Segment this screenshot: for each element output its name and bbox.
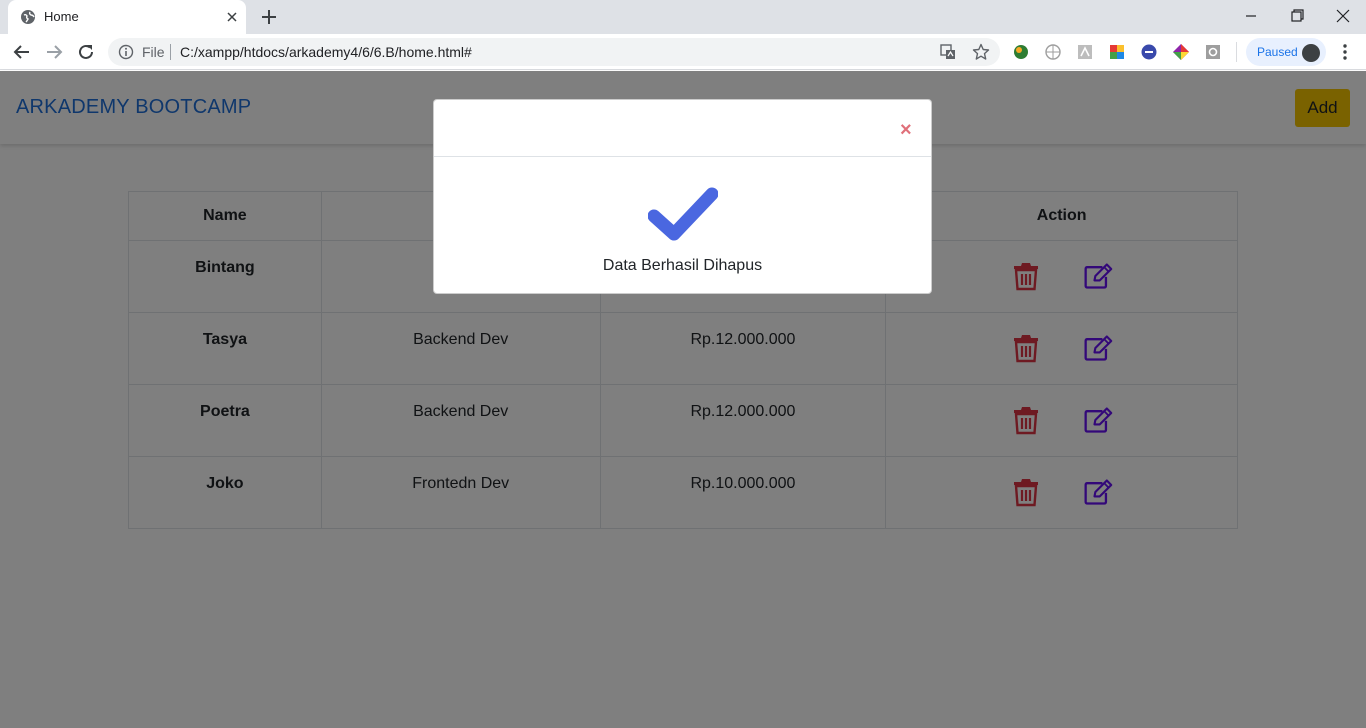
browser-tab-strip: Home [0, 0, 1366, 34]
extension-pdf-icon[interactable] [1077, 44, 1093, 60]
restore-icon[interactable] [1286, 6, 1308, 26]
extension-globe-icon[interactable] [1013, 44, 1029, 60]
globe-icon [21, 10, 35, 24]
bookmark-star-icon[interactable] [972, 43, 990, 61]
extension-bvd-icon[interactable] [1141, 44, 1157, 60]
extension-drive-icon[interactable] [1109, 44, 1125, 60]
reload-icon[interactable] [77, 43, 95, 61]
toolbar-divider [1236, 42, 1237, 62]
avatar [1302, 44, 1320, 62]
forward-icon[interactable] [45, 43, 63, 61]
modal-close-button[interactable]: × [900, 120, 912, 140]
url-text[interactable]: C:/xampp/htdocs/arkademy4/6/6.B/home.htm… [180, 44, 472, 60]
close-window-icon[interactable] [1332, 6, 1354, 26]
check-icon [648, 187, 718, 241]
back-icon[interactable] [13, 43, 31, 61]
browser-tab[interactable]: Home [8, 0, 246, 34]
profile-status: Paused [1257, 45, 1298, 59]
close-tab-icon[interactable] [224, 9, 240, 25]
address-bar[interactable]: File C:/xampp/htdocs/arkademy4/6/6.B/hom… [108, 38, 1000, 66]
url-scheme-label: File [142, 44, 165, 60]
browser-toolbar: File C:/xampp/htdocs/arkademy4/6/6.B/hom… [0, 34, 1366, 70]
translate-icon[interactable] [940, 44, 956, 60]
info-icon[interactable] [118, 44, 134, 60]
modal-header: × [434, 100, 931, 157]
extension-web-icon[interactable] [1045, 44, 1061, 60]
more-menu-icon[interactable] [1336, 42, 1354, 62]
omnibox-divider [170, 44, 171, 60]
tab-title: Home [44, 9, 79, 24]
modal-message: Data Berhasil Dihapus [602, 257, 763, 274]
profile-button[interactable]: Paused [1246, 38, 1326, 66]
extension-color-icon[interactable] [1173, 44, 1189, 60]
extension-settings-icon[interactable] [1205, 44, 1221, 60]
success-modal: × Data Berhasil Dihapus [433, 99, 932, 294]
new-tab-icon[interactable] [260, 8, 278, 26]
minimize-icon[interactable] [1240, 6, 1262, 26]
